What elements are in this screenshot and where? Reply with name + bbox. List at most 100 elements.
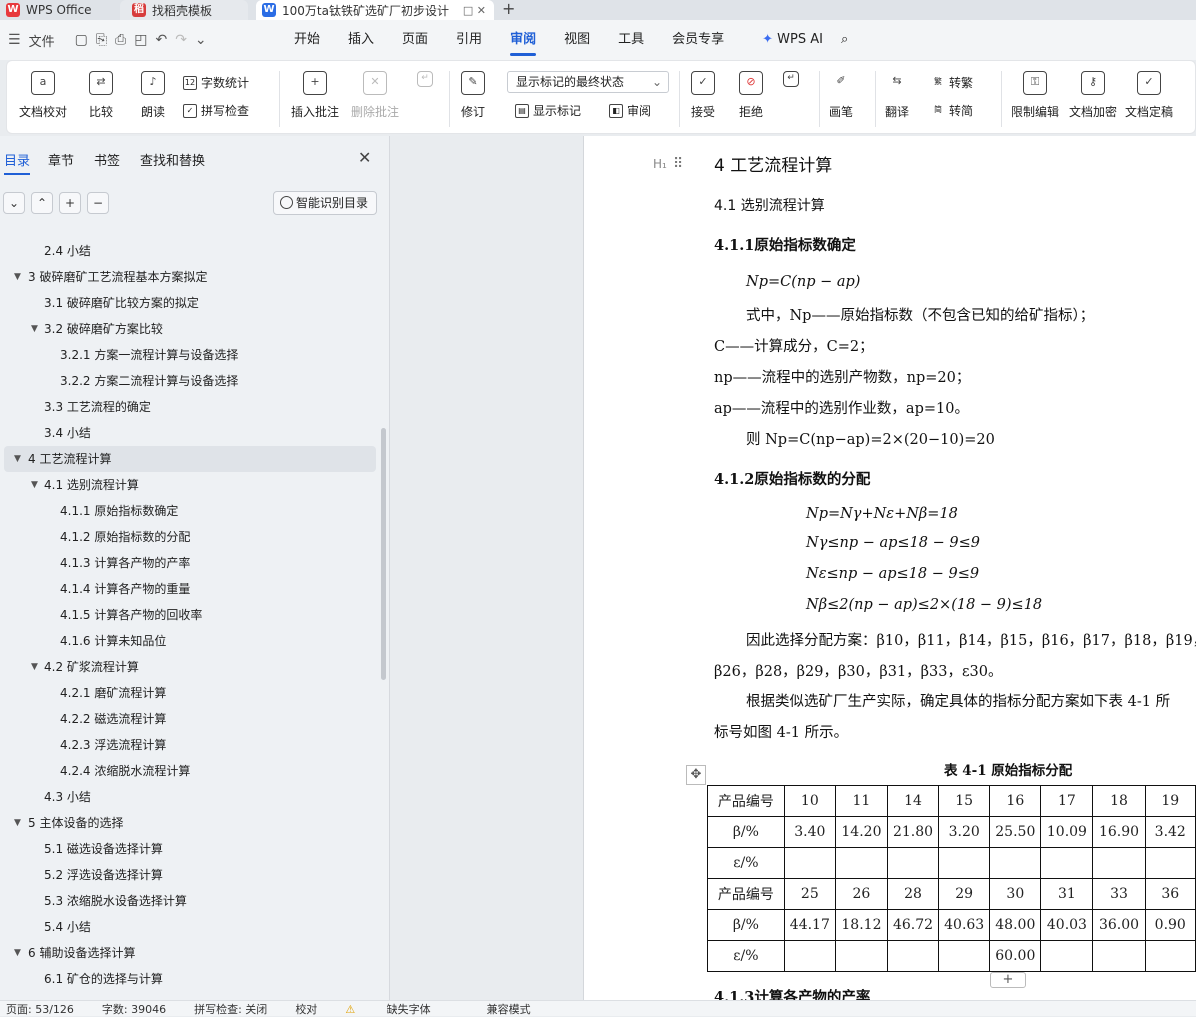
nav-scrollbar[interactable] [381,428,386,680]
accept-button[interactable]: ✓ 接受 [691,71,715,120]
translate-button[interactable]: ⇆ 翻译 [885,71,909,120]
table-cell[interactable]: 44.17 [783,909,836,941]
toc-item[interactable]: 5.2 浮选设备选择计算 [4,862,376,888]
table-cell[interactable]: 26 [834,878,888,910]
print-icon[interactable]: ⎙ [115,32,126,48]
reject-button[interactable]: ⊘ 拒绝 [739,71,763,120]
toc-item[interactable]: 4.2.4 浓缩脱水流程计算 [4,758,376,784]
table-cell[interactable] [1040,847,1094,879]
insert-comment-button[interactable]: + 插入批注 [291,71,339,120]
table-cell[interactable]: 46.72 [886,909,940,941]
toc-item[interactable]: ▼ 5 主体设备的选择 [4,810,376,836]
table-cell[interactable]: 31 [1040,878,1094,910]
menu-file[interactable]: 文件 [29,31,55,50]
encrypt-button[interactable]: ⚷ 文档加密 [1069,71,1117,120]
toc-item[interactable]: ▼ 3 破碎磨矿工艺流程基本方案拟定 [4,264,376,290]
drag-handle-icon[interactable]: ⠿ [673,157,683,171]
toc-item[interactable]: 4.1.6 计算未知品位 [4,628,376,654]
table-cell[interactable] [886,847,940,879]
table-cell[interactable] [1092,940,1146,972]
table-row-header[interactable]: 产品编号 [707,785,785,817]
missing-font-status[interactable]: ⚠ 缺失字体 [345,1001,458,1017]
table-cell[interactable]: 10.09 [1040,816,1094,848]
table-move-icon[interactable]: ✥ [686,765,706,785]
toc-item[interactable]: 4.1.3 计算各产物的产率 [4,550,376,576]
table-row-header[interactable]: ε/% [707,940,785,972]
share-icon[interactable]: ⎘ [96,32,107,48]
table-cell[interactable] [834,940,888,972]
remove-heading-button[interactable]: − [87,192,109,214]
toc-item[interactable]: 4.1.5 计算各产物的回收率 [4,602,376,628]
add-row-button[interactable]: + [990,972,1026,988]
tab-wps-office[interactable]: W WPS Office [6,0,114,20]
page-indicator[interactable]: 页面: 53/126 [6,1001,74,1017]
menu-reference[interactable]: 引用 [442,20,496,60]
table-cell[interactable]: 15 [938,785,991,817]
menu-wps-ai[interactable]: ✦ WPS AI [748,20,837,60]
preview-icon[interactable]: ◰ [134,32,147,48]
table-cell[interactable] [1040,940,1094,972]
table-cell[interactable]: 16.90 [1092,816,1146,848]
table-cell[interactable]: 21.80 [886,816,940,848]
table-cell[interactable] [1144,847,1196,879]
search-icon[interactable]: ⌕ [837,20,852,60]
hamburger-icon[interactable]: ☰ [8,32,21,48]
table-cell[interactable]: 11 [834,785,888,817]
toc-item[interactable]: 3.3 工艺流程的确定 [4,394,376,420]
tab-find-replace[interactable]: 查找和替换 [140,150,205,169]
toc-item[interactable]: 3.1 破碎磨矿比较方案的拟定 [4,290,376,316]
toc-item[interactable]: 5.1 磁选设备选择计算 [4,836,376,862]
save-icon[interactable]: ▢ [75,32,88,48]
toc-item[interactable]: 5.3 浓缩脱水设备选择计算 [4,888,376,914]
expand-arrow-icon[interactable]: ▼ [14,810,21,836]
compare-button[interactable]: ⇄ 比较 [89,71,113,120]
more-chevron-icon[interactable]: ⌄ [195,32,207,48]
tab-toc[interactable]: 目录 [4,150,31,175]
table-cell[interactable]: 3.40 [783,816,836,848]
spell-check-status[interactable]: 拼写检查: 关闭 [194,1001,267,1017]
show-markup-button[interactable]: ▤ 显示标记 [515,102,581,119]
table-cell[interactable]: 28 [886,878,940,910]
toc-item[interactable]: 3.2.1 方案一流程计算与设备选择 [4,342,376,368]
table-cell[interactable]: 40.03 [1040,909,1094,941]
toc-item[interactable]: 6.1 矿仓的选择与计算 [4,966,376,992]
expand-arrow-icon[interactable]: ▼ [14,264,21,290]
toc-item[interactable]: 4.1.1 原始指标数确定 [4,498,376,524]
toc-item[interactable]: 5.4 小结 [4,914,376,940]
table-cell[interactable]: 48.00 [989,909,1042,941]
toc-item[interactable]: 3.2.2 方案二流程计算与设备选择 [4,368,376,394]
toc-item[interactable]: 4.2.1 磨矿流程计算 [4,680,376,706]
restrict-edit-button[interactable]: ⚿ 限制编辑 [1011,71,1059,120]
menu-tools[interactable]: 工具 [604,20,658,60]
table-cell[interactable] [1144,940,1196,972]
table-cell[interactable]: 10 [783,785,836,817]
expand-arrow-icon[interactable]: ▼ [14,940,21,966]
table-row-header[interactable]: 产品编号 [707,878,785,910]
table-cell[interactable]: 19 [1144,785,1196,817]
prev-revision-button[interactable]: ↵ [783,71,799,95]
table-cell[interactable]: 18 [1092,785,1146,817]
table-cell[interactable] [989,847,1042,879]
toc-item[interactable]: ▼ 4.1 选别流程计算 [4,472,376,498]
toc-item[interactable]: 2.4 小结 [4,238,376,264]
collapse-button[interactable]: ⌄ [3,192,25,214]
finalize-button[interactable]: ✓ 文档定稿 [1125,71,1173,120]
table-cell[interactable]: 3.20 [938,816,991,848]
toc-item[interactable]: 4.2.2 磁选流程计算 [4,706,376,732]
tab-chapters[interactable]: 章节 [48,150,74,169]
table-cell[interactable]: 29 [938,878,991,910]
table-cell[interactable]: 14 [886,785,940,817]
expand-arrow-icon[interactable]: ▼ [31,472,38,498]
table-cell[interactable] [783,847,836,879]
table-row-header[interactable]: ε/% [707,847,785,879]
table-cell[interactable]: 30 [989,878,1042,910]
markup-state-select[interactable]: 显示标记的最终状态 ⌄ [507,71,669,93]
word-count-indicator[interactable]: 字数: 39046 [102,1001,166,1017]
table-row-header[interactable]: β/% [707,909,785,941]
table-cell[interactable]: 36 [1144,878,1196,910]
menu-review[interactable]: 审阅 [496,20,550,60]
toc-item[interactable]: ▼ 4 工艺流程计算 [4,446,376,472]
toc-item[interactable]: ▼ 6 辅助设备选择计算 [4,940,376,966]
tab-document[interactable]: W 100万ta钛铁矿选矿厂初步设计 □ ✕ [256,0,494,20]
menu-view[interactable]: 视图 [550,20,604,60]
